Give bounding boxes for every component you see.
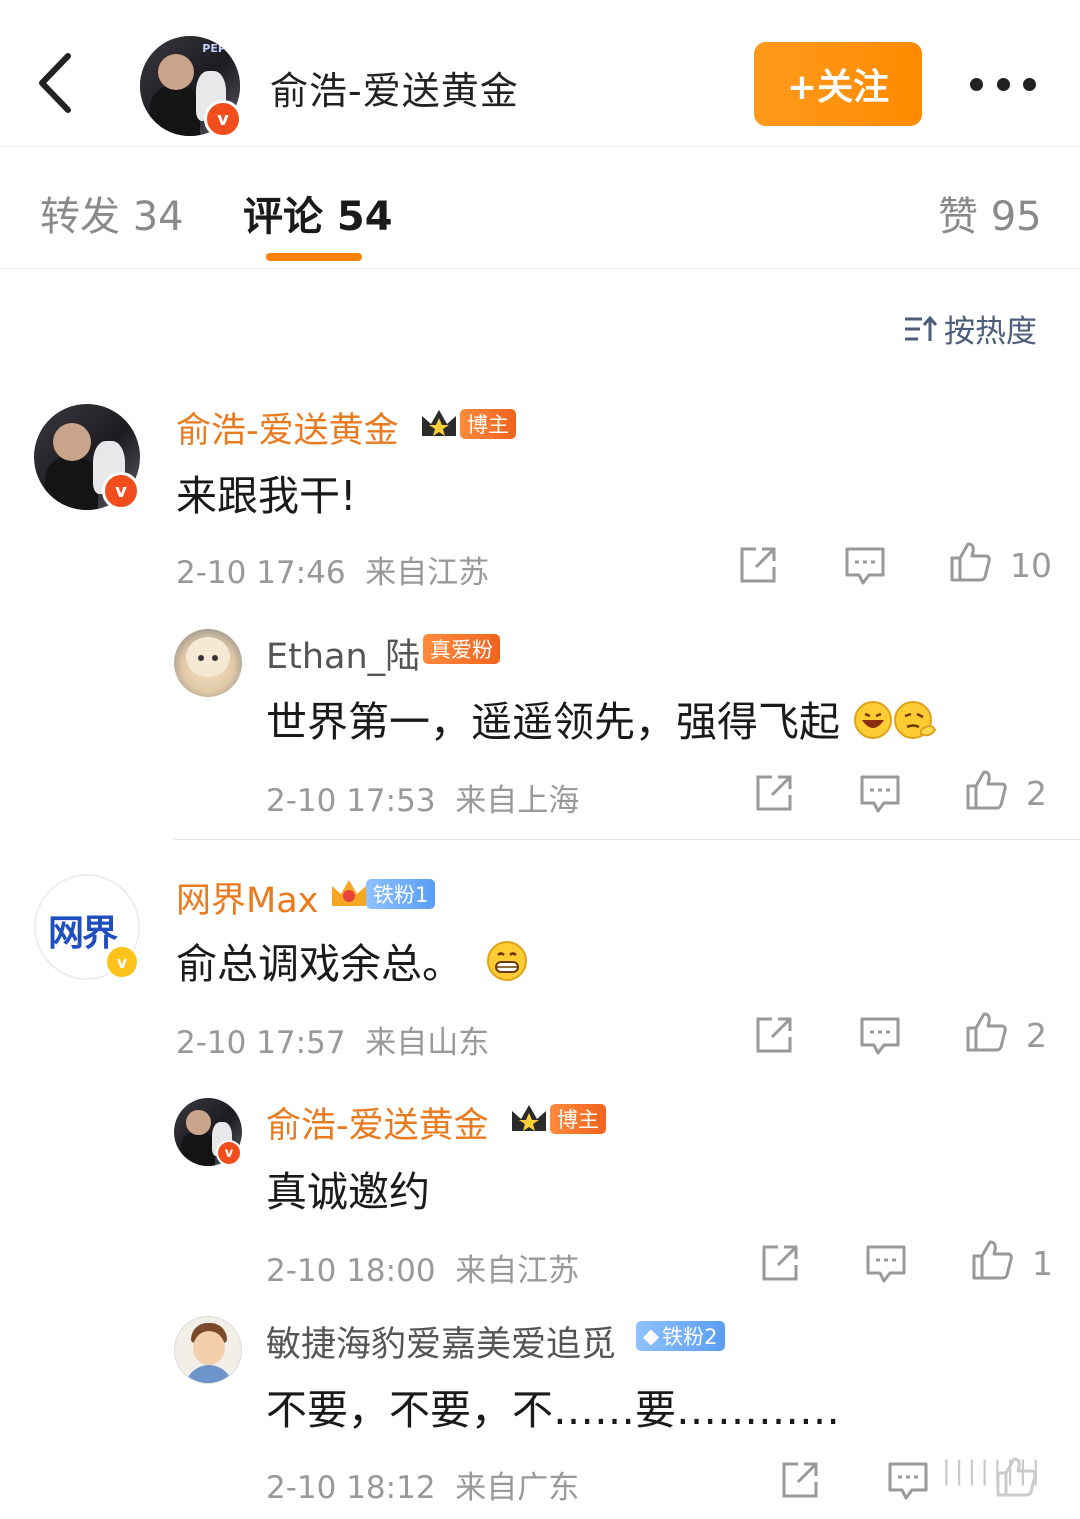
blogger-badge: 博主 [550,1104,606,1134]
comment-text: 来跟我干! [176,472,357,520]
share-icon[interactable] [736,543,780,587]
reply-time: 2-10 18:12 来自广东 [266,1470,580,1506]
comment-icon[interactable] [864,1241,908,1285]
like-count: 10 [1010,546,1052,585]
diamond-icon: ◆ [643,1324,660,1348]
comment-icon[interactable] [858,771,902,815]
verified-v-icon: v [104,944,140,980]
reply-avatar[interactable] [174,1316,242,1384]
share-icon[interactable] [752,771,796,815]
sort-button[interactable]: 按热度 [902,306,1037,351]
laughing-emoji-icon [854,701,893,739]
like-count: 2 [1026,774,1047,813]
like-count: 1 [1032,1244,1053,1283]
reply-username[interactable]: 俞浩-爱送黄金 [266,1097,489,1148]
divider [0,268,1080,269]
crown-icon [422,410,456,436]
fan-badge: ◆ 铁粉2 [636,1321,725,1351]
reply-text: 世界第一，遥遥领先，强得飞起 [266,688,937,748]
like-icon[interactable] [970,1238,1014,1282]
sort-icon [905,315,938,341]
reply-username[interactable]: 敏捷海豹爱嘉美爱追觅 [266,1316,616,1367]
tab-likes[interactable]: 赞 95 [938,184,1042,242]
comment-icon[interactable] [886,1458,930,1502]
author-avatar[interactable]: PEPP v [140,36,242,138]
follow-button[interactable]: +关注 [754,42,922,126]
more-dots-icon[interactable] [970,70,1036,98]
crown-icon [512,1105,546,1131]
comment-icon[interactable] [843,543,887,587]
page-title: 俞浩-爱送黄金 [270,69,519,113]
top-bar: PEPP v 俞浩-爱送黄金 +关注 [0,0,1080,147]
watermark-dots: |||||||| [942,1456,1045,1486]
verified-v-icon: v [216,1140,242,1166]
like-icon[interactable] [964,1010,1008,1054]
sort-label: 按热度 [944,314,1037,350]
share-icon[interactable] [778,1458,822,1502]
active-tab-indicator [266,253,362,261]
crown-icon [332,880,366,906]
grin-emoji-icon [487,941,528,981]
like-icon[interactable] [964,768,1008,812]
fan-badge: 真爱粉 [423,634,500,664]
back-button[interactable] [30,48,80,118]
reply-time: 2-10 18:00 来自江苏 [266,1253,580,1289]
back-arrow-icon [39,53,71,113]
reply-username[interactable]: Ethan_陆 [266,628,420,679]
blogger-badge: 博主 [460,409,516,439]
comment-text: 俞总调戏余总。 [176,930,528,990]
reply-avatar[interactable] [174,629,242,697]
verified-v-icon: v [204,100,242,138]
fan-badge: 铁粉1 [366,879,436,909]
reply-avatar[interactable]: v [174,1098,242,1166]
comment-time: 2-10 17:46 来自江苏 [176,555,490,591]
reply-text: 真诚邀约 [266,1168,430,1216]
comment-username[interactable]: 网界Max [176,872,318,923]
share-icon[interactable] [752,1013,796,1057]
tab-reposts[interactable]: 转发 34 [40,184,184,242]
comment-time: 2-10 17:57 来自山东 [176,1025,490,1061]
divider [174,839,1080,840]
comment-username[interactable]: 俞浩-爱送黄金 [176,402,399,453]
verified-v-icon: v [102,472,140,510]
share-icon[interactable] [758,1241,802,1285]
tab-comments[interactable]: 评论 54 [243,184,393,242]
reply-time: 2-10 17:53 来自上海 [266,783,580,819]
avatar-logo-text: 网界 [48,913,118,954]
thinking-emoji-icon [894,701,937,739]
like-count: 2 [1026,1016,1047,1055]
comment-avatar[interactable]: v [34,404,140,510]
comment-icon[interactable] [858,1013,902,1057]
like-icon[interactable] [948,540,992,584]
reply-text: 不要，不要，不……要………… [266,1386,840,1434]
comment-avatar[interactable]: 网界 v [34,874,140,980]
